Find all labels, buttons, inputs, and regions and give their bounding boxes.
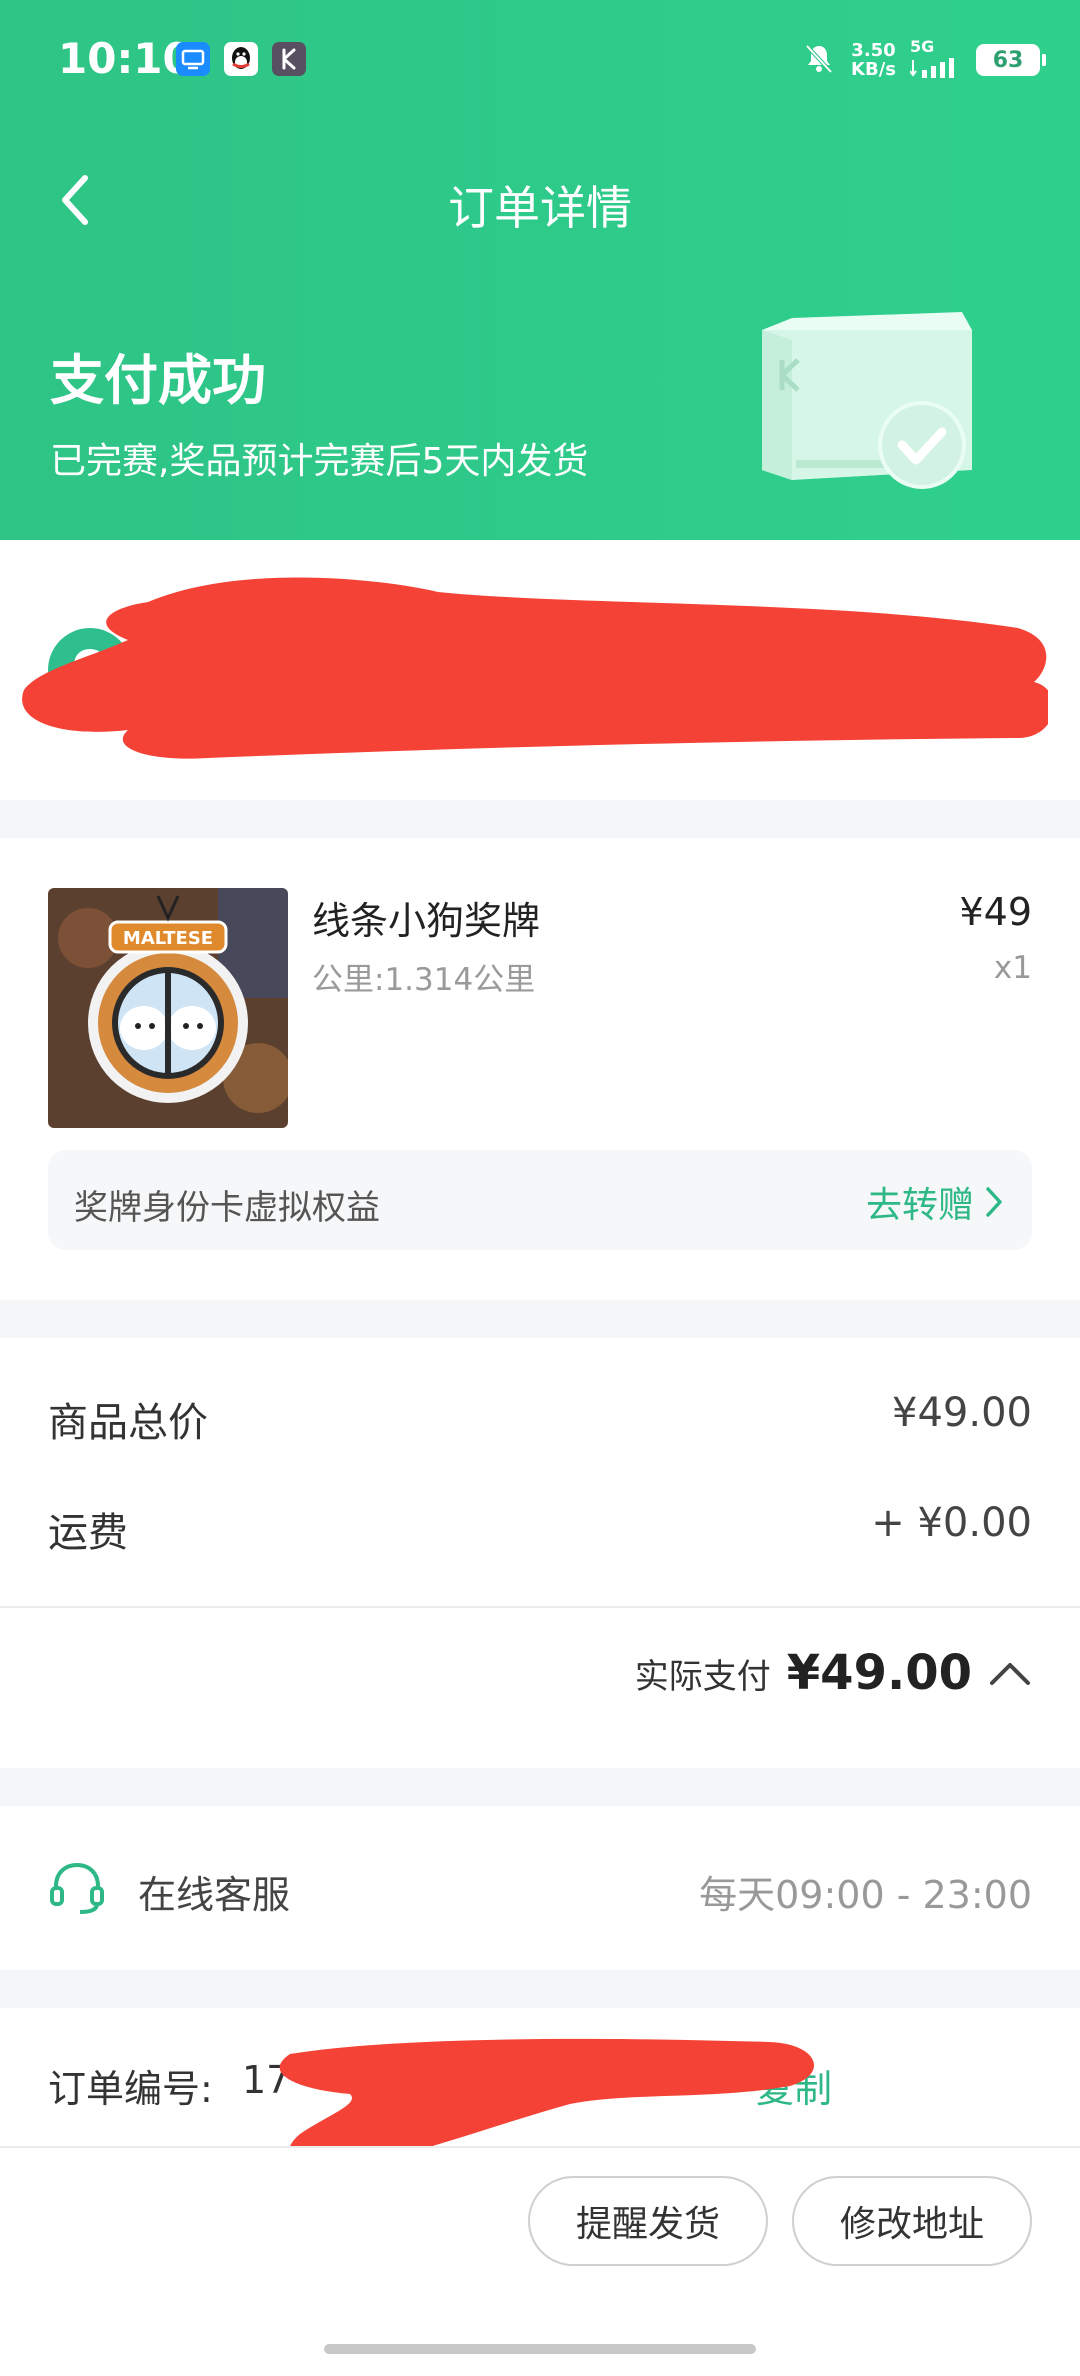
payment-status-subtitle: 已完赛,奖品预计完赛后5天内发货 [50, 441, 589, 482]
order-header: 10:10 3.50 KB/s 5G 63 订单详情 支付成功 已完赛,奖品预计… [0, 0, 1080, 540]
shipping-fee-value: + ¥0.00 [871, 1500, 1032, 1546]
qq-app-icon [224, 42, 258, 76]
nav-bar: 订单详情 [0, 150, 1080, 250]
subtotal-label: 商品总价 [48, 1400, 208, 1446]
remind-shipment-button[interactable]: 提醒发货 [528, 2176, 768, 2266]
order-number-label: 订单编号: [48, 2067, 213, 2111]
actual-payment-row[interactable]: 实际支付 ¥49.00 [635, 1638, 1032, 1708]
customer-service-label: 在线客服 [138, 1873, 291, 1917]
shipping-address-card[interactable] [0, 540, 1080, 800]
benefit-label: 奖牌身份卡虚拟权益 [74, 1188, 380, 1228]
status-bar: 10:10 3.50 KB/s 5G 63 [0, 0, 1080, 120]
screencast-app-icon [176, 42, 210, 76]
chevron-right-icon [986, 1187, 1002, 1217]
product-quantity: x1 [993, 950, 1032, 986]
bottom-action-bar: 提醒发货 修改地址 [0, 2146, 1080, 2376]
gift-transfer-link[interactable]: 去转赠 [866, 1176, 1004, 1228]
subtotal-value: ¥49.00 [892, 1390, 1032, 1436]
home-indicator[interactable] [324, 2344, 756, 2354]
divider [0, 1606, 1080, 1608]
status-indicators: 3.50 KB/s 5G 63 [801, 36, 1046, 84]
shipping-fee-label: 运费 [48, 1510, 128, 1556]
service-hours: 每天09:00 - 23:00 [699, 1873, 1032, 1917]
product-price: ¥49 [959, 890, 1032, 934]
keep-app-icon [272, 42, 306, 76]
mute-bell-icon [801, 40, 837, 80]
actual-payment-label: 实际支付 [634, 1656, 771, 1697]
order-number-row: 订单编号: 17 复制 [0, 2008, 1080, 2172]
change-address-button[interactable]: 修改地址 [792, 2176, 1032, 2266]
product-card: MALTESE 线条小狗奖牌 公里:1.314公里 ¥49 x1 奖牌身份卡虚拟… [0, 838, 1080, 1300]
price-summary-card: 商品总价 ¥49.00 运费 + ¥0.00 实际支付 ¥49.00 [0, 1338, 1080, 1768]
virtual-benefit-row[interactable]: 奖牌身份卡虚拟权益 去转赠 [48, 1150, 1032, 1250]
svg-text:MALTESE: MALTESE [123, 928, 213, 949]
medal-product-image[interactable]: MALTESE [48, 888, 288, 1128]
actual-payment-value: ¥49.00 [786, 1645, 972, 1701]
payment-status-title: 支付成功 [50, 349, 266, 412]
product-spec: 公里:1.314公里 [312, 962, 536, 998]
page-title: 订单详情 [448, 181, 632, 235]
battery-indicator: 63 [976, 44, 1046, 76]
status-time: 10:10 [58, 34, 192, 83]
signal-indicator: 5G [909, 38, 962, 82]
address-redaction [22, 577, 1048, 759]
signal-bars-icon [909, 56, 962, 82]
chevron-up-icon[interactable] [988, 1659, 1032, 1687]
package-check-illustration [752, 300, 982, 500]
headset-icon [50, 1862, 104, 1914]
customer-service-row[interactable]: 在线客服 每天09:00 - 23:00 [0, 1806, 1080, 1970]
network-speed: 3.50 KB/s [851, 40, 896, 80]
product-name: 线条小狗奖牌 [312, 899, 541, 943]
